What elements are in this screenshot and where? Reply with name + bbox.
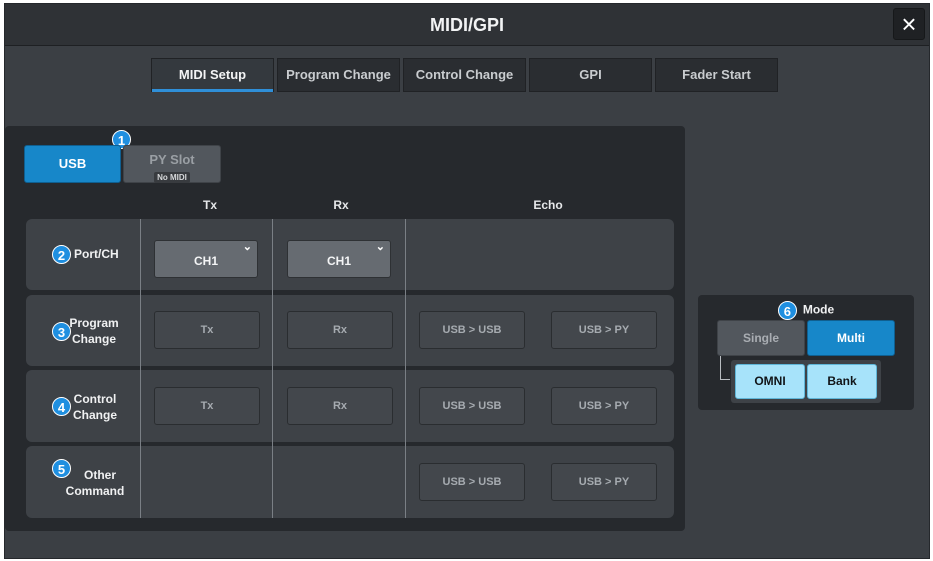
- chevron-down-icon: ⌄: [375, 241, 385, 253]
- column-header-rx: Rx: [333, 198, 349, 212]
- mode-single-button[interactable]: Single: [717, 320, 805, 356]
- divider-tx: [140, 219, 141, 518]
- program-change-label: Program Change: [66, 315, 122, 347]
- program-change-echo-usb-usb-button[interactable]: USB > USB: [419, 311, 525, 349]
- py-slot-status: No MIDI: [154, 172, 190, 183]
- tab-midi-setup[interactable]: MIDI Setup: [151, 58, 274, 92]
- control-change-label-line1: Control: [73, 392, 117, 406]
- control-change-echo-usb-usb-button[interactable]: USB > USB: [419, 387, 525, 425]
- mode-panel: 6 Mode Single Multi OMNI Bank: [698, 295, 914, 410]
- tab-gpi[interactable]: GPI: [529, 58, 652, 92]
- rx-channel-value: CH1: [326, 254, 351, 268]
- bracket-connector: [720, 356, 730, 380]
- other-command-echo-usb-usb-button[interactable]: USB > USB: [419, 463, 525, 501]
- program-change-label-line2: Change: [71, 332, 116, 346]
- title-bar: MIDI/GPI ×: [5, 4, 929, 46]
- control-change-rx-button[interactable]: Rx: [287, 387, 393, 425]
- omni-button[interactable]: OMNI: [735, 364, 805, 399]
- tx-channel-value: CH1: [193, 254, 218, 268]
- program-change-rx-button[interactable]: Rx: [287, 311, 393, 349]
- column-header-tx: Tx: [202, 198, 217, 212]
- control-change-echo-usb-py-button[interactable]: USB > PY: [551, 387, 657, 425]
- tab-fader-start[interactable]: Fader Start: [655, 58, 778, 92]
- tab-bar: MIDI Setup Program Change Control Change…: [151, 58, 778, 92]
- window-title: MIDI/GPI: [429, 15, 504, 35]
- program-change-label-line1: Program: [69, 316, 119, 330]
- tx-channel-select[interactable]: ⌄ CH1: [154, 240, 258, 278]
- bank-button[interactable]: Bank: [807, 364, 877, 399]
- tab-program-change[interactable]: Program Change: [277, 58, 400, 92]
- badge-6: 6: [777, 301, 797, 320]
- program-change-tx-button[interactable]: Tx: [154, 311, 260, 349]
- rx-channel-select[interactable]: ⌄ CH1: [287, 240, 391, 278]
- usb-button[interactable]: USB: [24, 145, 121, 183]
- multi-submode-group: OMNI Bank: [731, 360, 881, 403]
- close-icon: ×: [901, 9, 917, 39]
- py-slot-button[interactable]: PY Slot No MIDI: [123, 145, 221, 183]
- other-command-label: Other Command: [60, 467, 130, 499]
- badge-2: 2: [52, 245, 71, 264]
- badge-4: 4: [52, 397, 71, 416]
- tab-control-change[interactable]: Control Change: [403, 58, 526, 92]
- divider-rx: [272, 219, 273, 518]
- control-change-label-line2: Change: [72, 408, 117, 422]
- column-header-echo: Echo: [533, 198, 563, 212]
- other-command-echo-usb-py-button[interactable]: USB > PY: [551, 463, 657, 501]
- control-change-label: Control Change: [70, 391, 120, 423]
- other-command-label-line1: Other: [83, 468, 116, 482]
- close-button[interactable]: ×: [893, 8, 925, 40]
- other-command-label-line2: Command: [65, 484, 125, 498]
- mode-multi-button[interactable]: Multi: [807, 320, 895, 356]
- mode-title: 6 Mode: [698, 301, 914, 320]
- py-slot-label: PY Slot: [149, 152, 195, 167]
- chevron-down-icon: ⌄: [242, 241, 252, 253]
- control-change-tx-button[interactable]: Tx: [154, 387, 260, 425]
- mode-title-label: Mode: [802, 302, 835, 317]
- program-change-echo-usb-py-button[interactable]: USB > PY: [551, 311, 657, 349]
- divider-echo: [405, 219, 406, 518]
- port-ch-label: Port/CH: [74, 247, 119, 261]
